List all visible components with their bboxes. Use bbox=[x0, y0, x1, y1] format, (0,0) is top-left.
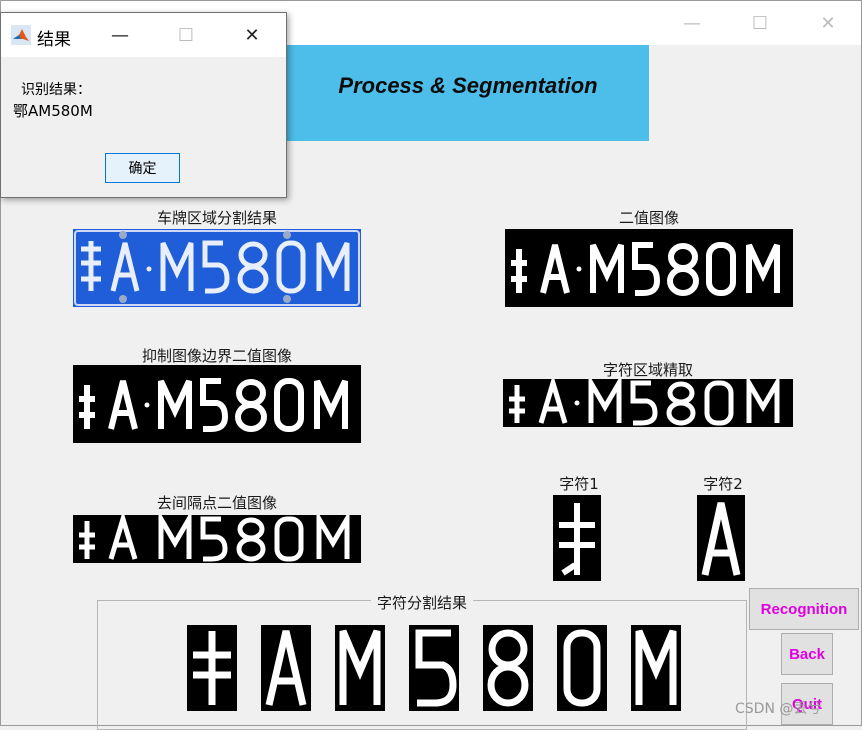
char-region-label: 字符区域精取 bbox=[602, 361, 693, 379]
header-title: Process & Segmentation bbox=[338, 73, 598, 98]
back-button[interactable]: Back bbox=[781, 633, 833, 675]
result-dialog: 结果 — ☐ ✕ 识别结果： 鄂AM580M 确定 bbox=[0, 12, 287, 198]
binary-image bbox=[505, 229, 793, 307]
dialog-maximize-icon[interactable]: ☐ bbox=[163, 19, 209, 51]
plate-text bbox=[81, 240, 350, 294]
suppressed-border-image bbox=[73, 365, 361, 443]
suppressed-image-label: 抑制图像边界二值图像 bbox=[141, 347, 292, 365]
dialog-result: 鄂AM580M bbox=[13, 102, 93, 120]
dialog-titlebar: 结果 — ☐ ✕ bbox=[1, 13, 286, 57]
dialog-minimize-icon[interactable]: — bbox=[97, 19, 143, 51]
char1-label: 字符1 bbox=[559, 475, 599, 493]
dialog-prompt: 识别结果： bbox=[21, 82, 91, 98]
char1-image bbox=[553, 495, 601, 581]
watermark: CSDN @丢兮 bbox=[735, 701, 822, 717]
dialog-title: 结果 bbox=[37, 30, 71, 50]
removed-dots-label: 去间隔点二值图像 bbox=[156, 494, 277, 512]
removed-dots-image bbox=[73, 515, 361, 563]
segmentation-title: 字符分割结果 bbox=[371, 592, 474, 613]
recognition-button[interactable]: Recognition bbox=[749, 588, 859, 630]
minimize-icon[interactable]: — bbox=[669, 7, 715, 39]
dialog-close-icon[interactable]: ✕ bbox=[229, 19, 275, 51]
binary-image-label: 二值图像 bbox=[618, 209, 679, 227]
ok-button[interactable]: 确定 bbox=[105, 153, 180, 183]
matlab-logo-icon bbox=[11, 25, 31, 45]
char2-label: 字符2 bbox=[703, 475, 743, 493]
segmented-chars bbox=[187, 625, 687, 711]
char2-image bbox=[697, 495, 745, 581]
plate-region-label: 车牌区域分割结果 bbox=[156, 209, 277, 227]
close-icon[interactable]: ✕ bbox=[805, 7, 851, 39]
char-region-image bbox=[503, 379, 793, 427]
plate-region-image bbox=[73, 229, 361, 307]
maximize-icon[interactable]: ☐ bbox=[737, 7, 783, 39]
